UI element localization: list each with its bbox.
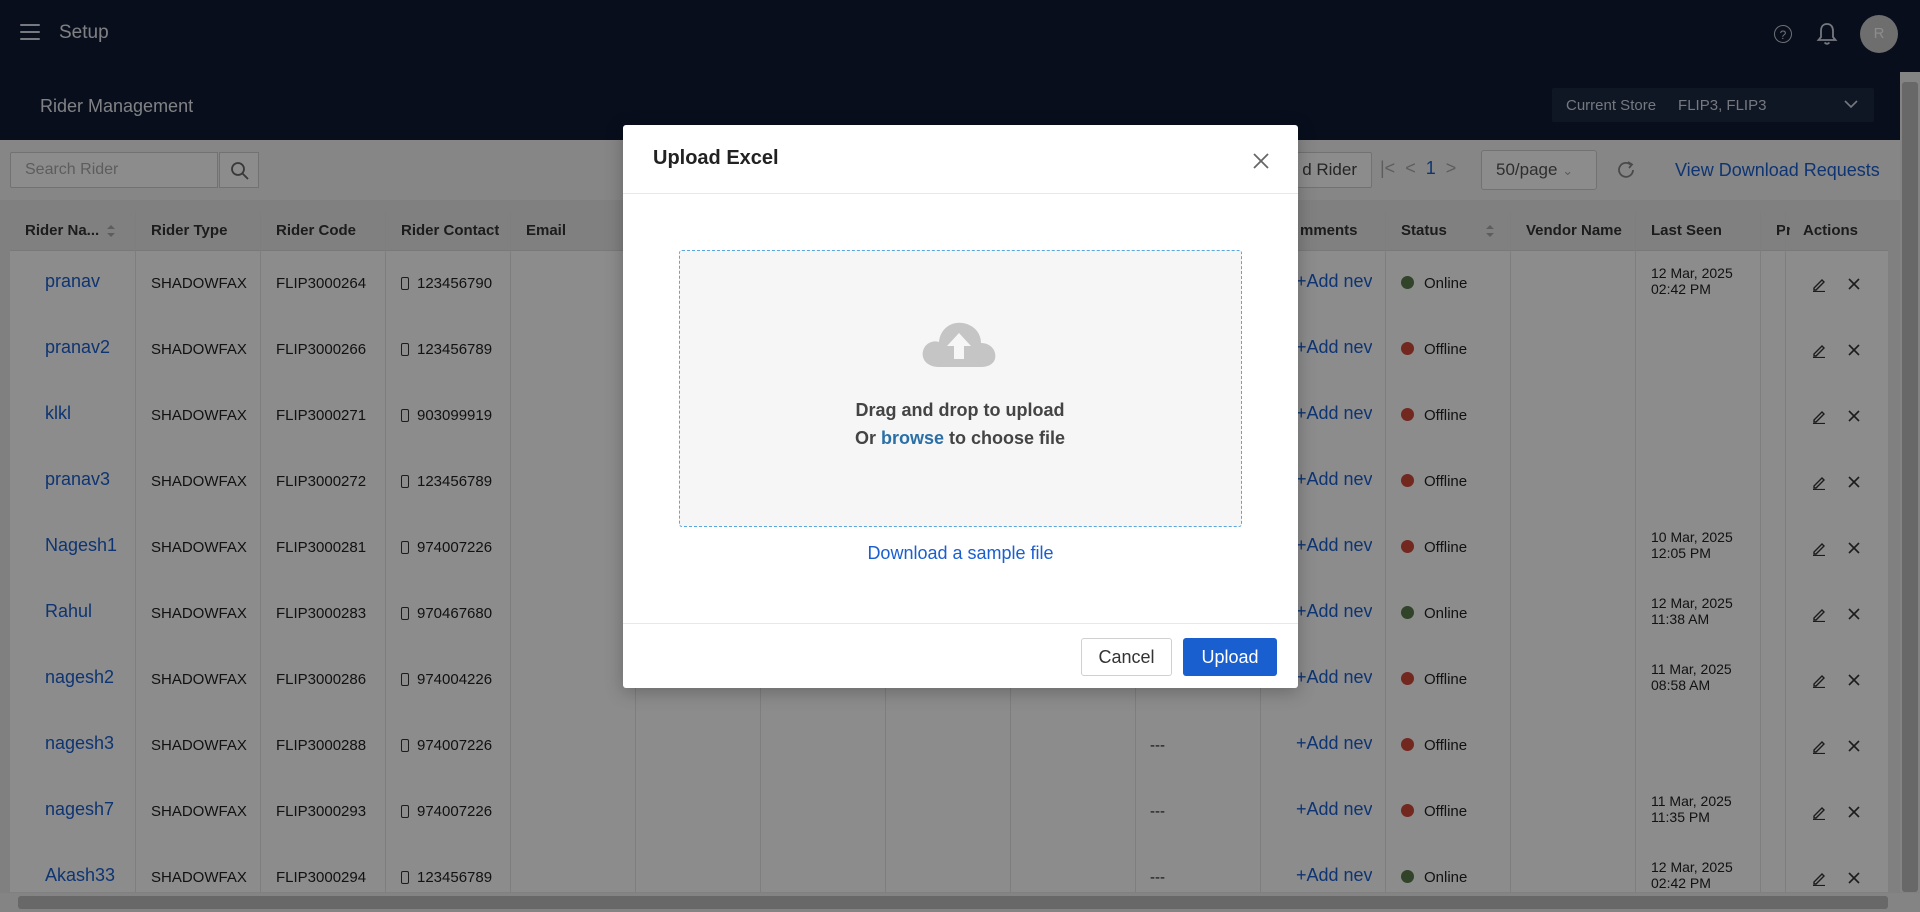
upload-excel-dialog: Upload Excel Drag and drop to upload Or … xyxy=(623,125,1298,688)
dialog-title: Upload Excel xyxy=(653,147,779,169)
browse-suffix: to choose file xyxy=(944,428,1066,448)
browse-link[interactable]: browse xyxy=(881,428,944,448)
close-icon[interactable] xyxy=(1251,151,1271,171)
cloud-upload-icon xyxy=(922,322,996,367)
cancel-button[interactable]: Cancel xyxy=(1081,638,1172,676)
upload-button[interactable]: Upload xyxy=(1183,638,1277,676)
download-sample-link[interactable]: Download a sample file xyxy=(623,543,1298,564)
dropzone-instruction: Drag and drop to upload xyxy=(855,400,1065,420)
file-dropzone[interactable]: Drag and drop to upload Or browse to cho… xyxy=(679,250,1242,527)
divider xyxy=(623,193,1298,194)
browse-prefix: Or xyxy=(854,428,881,448)
dropzone-browse-line: Or browse to choose file xyxy=(680,428,1240,449)
divider xyxy=(623,623,1298,624)
